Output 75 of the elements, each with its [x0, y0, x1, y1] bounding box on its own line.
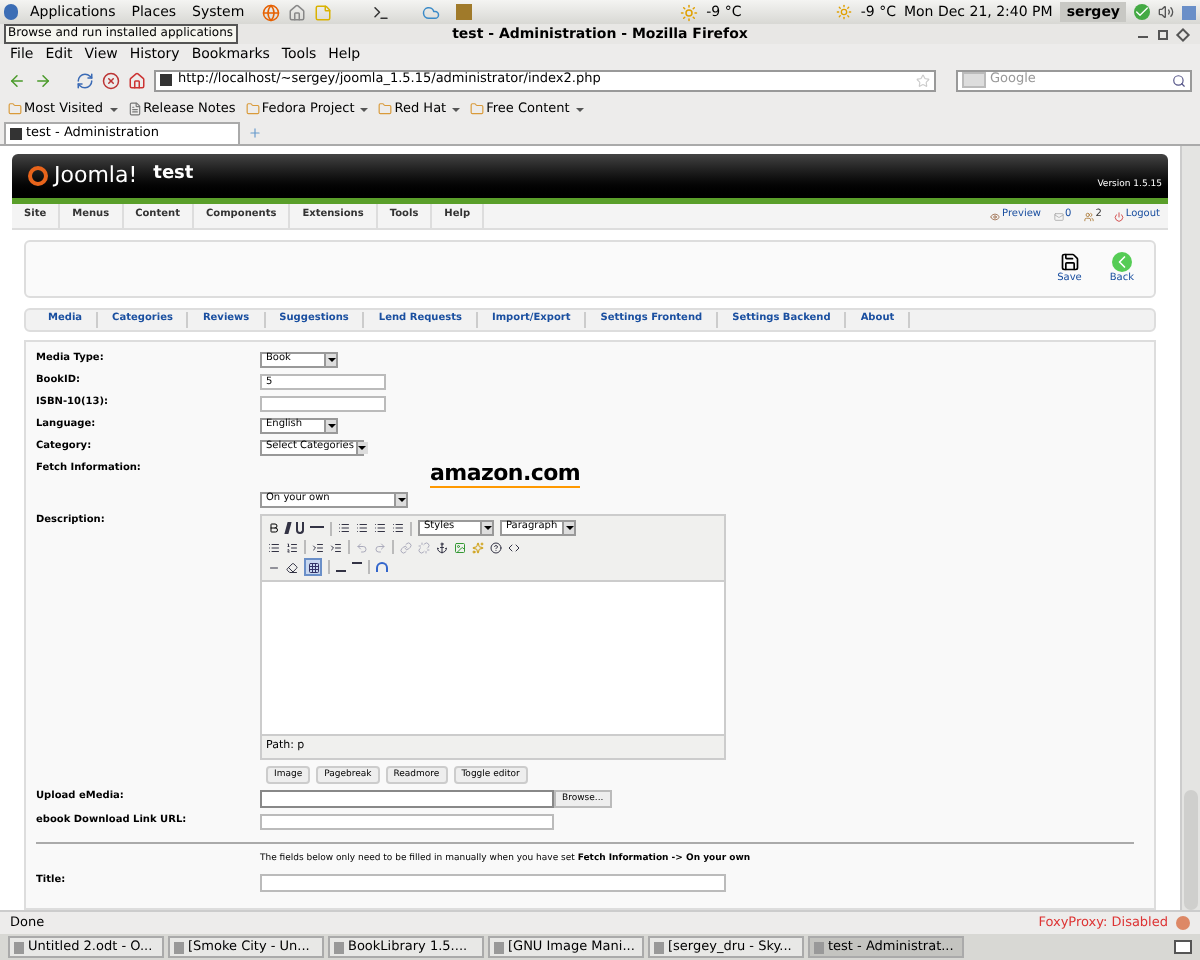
- home-icon[interactable]: [288, 3, 307, 21]
- update-icon[interactable]: [1134, 4, 1150, 20]
- bullet-list-icon[interactable]: [268, 541, 280, 553]
- dropdown-arrow-icon[interactable]: [355, 442, 368, 454]
- align-icon[interactable]: [374, 522, 386, 534]
- dropdown-arrow-icon[interactable]: [562, 522, 574, 534]
- bold-icon[interactable]: [268, 522, 280, 534]
- weather-icon: [680, 3, 699, 21]
- weather-icon: [836, 4, 853, 20]
- caret-icon: [360, 107, 369, 111]
- caret-icon: [452, 107, 461, 111]
- site-name: test: [153, 162, 194, 189]
- joomla-logo-icon: [28, 166, 48, 186]
- align-icon[interactable]: [356, 522, 368, 534]
- bookmark-star-icon[interactable]: [916, 73, 930, 87]
- app-icon: [174, 941, 184, 953]
- app-icon: [654, 941, 664, 953]
- eye-icon: [990, 211, 1001, 221]
- eraser-icon[interactable]: [286, 561, 298, 573]
- align-icon[interactable]: [392, 522, 404, 534]
- amazon-logo: amazon.com: [430, 462, 581, 488]
- app-icon: [14, 941, 24, 953]
- users-icon: [1083, 211, 1094, 221]
- italic-icon[interactable]: [284, 522, 292, 534]
- maximize-button[interactable]: [1158, 29, 1168, 39]
- anchor-icon[interactable]: [436, 541, 448, 553]
- workspace-icon[interactable]: [1174, 940, 1192, 954]
- stop-icon[interactable]: [102, 71, 120, 89]
- site-favicon: [160, 74, 172, 86]
- dropdown-arrow-icon[interactable]: [394, 494, 406, 506]
- home-icon[interactable]: [128, 71, 146, 89]
- minimize-button[interactable]: [1138, 35, 1148, 37]
- forward-icon[interactable]: [34, 71, 52, 89]
- firefox-icon[interactable]: [262, 3, 281, 21]
- joomla-logo: Joomla!: [54, 159, 138, 192]
- folder-icon: [245, 102, 260, 116]
- image-icon[interactable]: [454, 541, 466, 553]
- app-icon: [814, 941, 824, 953]
- horizontal-rule-icon[interactable]: [268, 561, 280, 573]
- volume-icon[interactable]: [1158, 4, 1174, 20]
- folder-icon: [378, 102, 393, 116]
- reload-icon[interactable]: [76, 71, 94, 89]
- visual-aid-button[interactable]: [304, 558, 322, 576]
- dropdown-arrow-icon[interactable]: [324, 420, 336, 432]
- app-icon: [334, 941, 344, 953]
- input-field[interactable]: [260, 814, 554, 830]
- caret-icon: [575, 107, 584, 111]
- close-button[interactable]: [1175, 26, 1191, 42]
- dropdown-arrow-icon[interactable]: [480, 522, 492, 534]
- power-icon: [1113, 211, 1124, 221]
- site-favicon: [10, 128, 22, 140]
- omega-icon[interactable]: [376, 562, 388, 572]
- input-field[interactable]: [260, 396, 386, 412]
- indent-icon[interactable]: [330, 541, 342, 553]
- underline-icon[interactable]: [296, 522, 304, 534]
- terminal-icon[interactable]: [372, 3, 391, 21]
- folder-icon: [8, 102, 22, 116]
- scrollbar[interactable]: [1180, 146, 1200, 910]
- network-icon[interactable]: [1182, 5, 1196, 19]
- help-icon[interactable]: [490, 541, 502, 553]
- align-icon[interactable]: [338, 522, 350, 534]
- caret-icon: [109, 107, 118, 111]
- search-icon[interactable]: [1172, 73, 1186, 87]
- app-icon: [494, 941, 504, 953]
- back-icon[interactable]: [8, 71, 26, 89]
- strikethrough-icon[interactable]: [310, 526, 324, 534]
- numbered-list-icon[interactable]: [286, 541, 298, 553]
- mail-icon: [1053, 211, 1063, 221]
- page-icon: [127, 102, 142, 116]
- input-field[interactable]: [260, 873, 726, 892]
- html-icon[interactable]: [508, 541, 520, 553]
- folder-icon: [470, 102, 485, 116]
- dropdown-arrow-icon[interactable]: [324, 354, 336, 366]
- file-input[interactable]: [260, 790, 554, 808]
- indent-icon[interactable]: [312, 541, 324, 553]
